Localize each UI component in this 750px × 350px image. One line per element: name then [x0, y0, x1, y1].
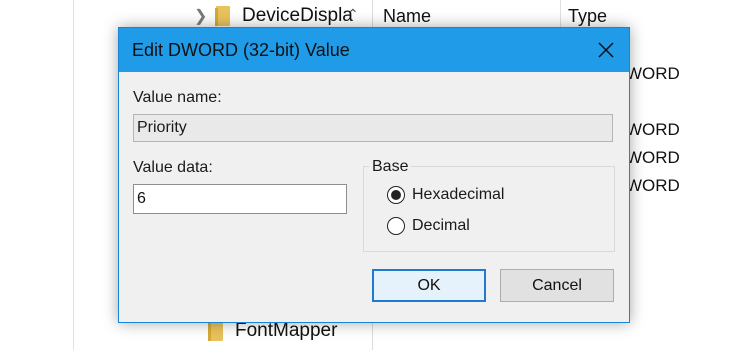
dialog-titlebar[interactable]: Edit DWORD (32-bit) Value [119, 28, 629, 72]
close-button[interactable] [583, 28, 629, 72]
ok-button[interactable]: OK [372, 269, 486, 302]
tree-item-label: FontMapper [235, 320, 338, 341]
folder-icon [215, 6, 230, 26]
chevron-right-icon[interactable]: ❯ [194, 6, 207, 26]
radio-decimal[interactable]: Decimal [387, 217, 470, 235]
cancel-button[interactable]: Cancel [500, 269, 614, 302]
radio-button-unselected[interactable] [387, 217, 405, 235]
type-cell: WORD [626, 64, 680, 83]
column-header-type[interactable]: Type [568, 6, 607, 27]
edit-dword-dialog: Edit DWORD (32-bit) Value Value name: Pr… [118, 27, 630, 323]
base-label: Base [369, 158, 412, 176]
value-data-input[interactable]: 6 [133, 184, 347, 214]
radio-button-selected[interactable] [387, 186, 405, 204]
value-name-label: Value name: [133, 89, 222, 106]
radio-hexadecimal[interactable]: Hexadecimal [387, 186, 504, 204]
base-groupbox [363, 166, 615, 252]
close-icon [598, 42, 614, 58]
value-data-label: Value data: [133, 159, 213, 176]
dialog-title: Edit DWORD (32-bit) Value [132, 40, 350, 60]
type-cell: WORD [626, 176, 680, 195]
value-name-field: Priority [133, 114, 613, 142]
column-header-name[interactable]: Name [383, 6, 431, 27]
radio-label-decimal: Decimal [412, 217, 470, 234]
folder-icon [208, 321, 223, 341]
type-cell: WORD [626, 120, 680, 139]
scroll-up-arrow-icon[interactable]: ⌃ [347, 6, 359, 23]
radio-label-hexadecimal: Hexadecimal [412, 186, 505, 203]
tree-item-label: DeviceDispla [242, 5, 353, 26]
type-cell: WORD [626, 148, 680, 167]
